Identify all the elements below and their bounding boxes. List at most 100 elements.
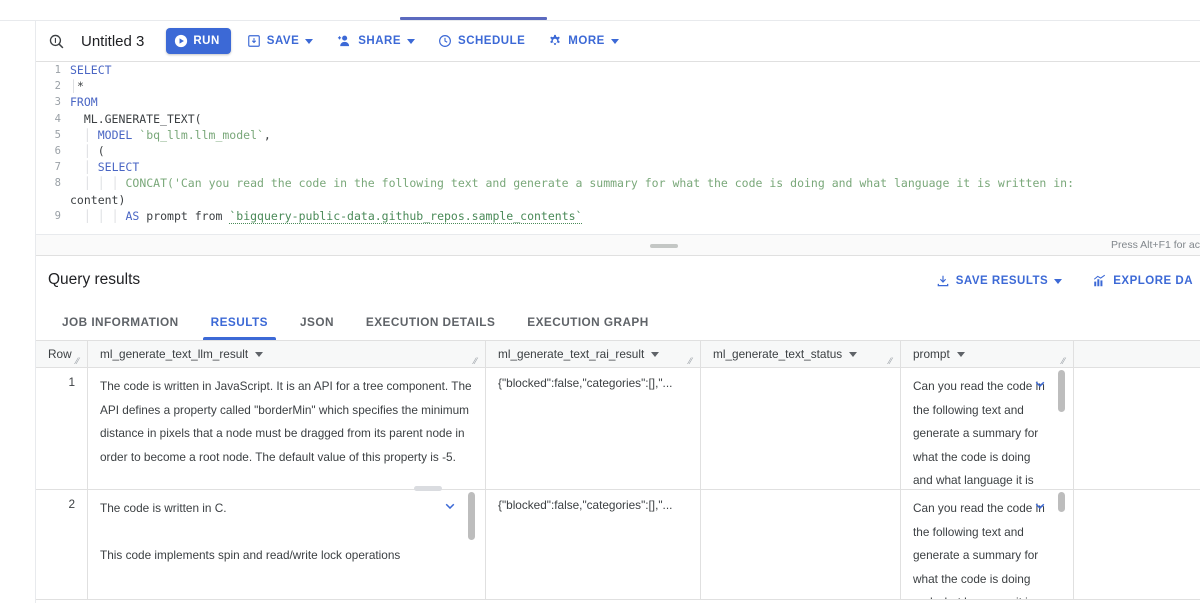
sql-model-ref: `bq_llm.llm_model` [139, 127, 264, 142]
sql-token: content) [70, 192, 126, 207]
query-toolbar: Untitled 3 RUN SAVE SHARE SCHEDULE MORE [36, 21, 1200, 62]
column-resize-handle[interactable]: ⁄⁄ [76, 357, 85, 366]
line-number: 2 [54, 80, 61, 93]
column-resize-handle[interactable]: ⁄⁄ [689, 357, 698, 366]
column-header-llm-result[interactable]: ml_generate_text_llm_result ⁄⁄ [88, 341, 486, 367]
expand-chevron-icon[interactable] [1033, 499, 1047, 513]
editor-footer: Press Alt+F1 for ac [36, 234, 1200, 256]
cell-status[interactable] [701, 368, 901, 489]
column-header-status[interactable]: ml_generate_text_status ⁄⁄ [701, 341, 901, 367]
cell-prompt[interactable]: Can you read the code in the following t… [901, 368, 1074, 489]
chevron-down-icon [255, 351, 264, 357]
run-button[interactable]: RUN [166, 28, 231, 54]
column-resize-handle[interactable]: ⁄⁄ [1062, 357, 1071, 366]
cell-text-line-1: The code is written in C. [100, 501, 227, 515]
tab-execution-graph[interactable]: EXECUTION GRAPH [511, 303, 664, 340]
table-row: 1 The code is written in JavaScript. It … [36, 368, 1200, 490]
code-line-2: 2 │* [36, 78, 1200, 94]
chevron-down-icon [956, 351, 965, 357]
line-number: 7 [54, 161, 61, 174]
sql-keyword: AS [125, 208, 140, 223]
schedule-button[interactable]: SCHEDULE [431, 28, 532, 54]
tab-results[interactable]: RESULTS [195, 303, 284, 340]
column-header-filler [1074, 341, 1200, 367]
chevron-down-icon [1054, 278, 1063, 284]
cell-horizontal-scrollbar[interactable] [414, 486, 442, 491]
explore-data-label: EXPLORE DA [1113, 275, 1193, 287]
cell-status[interactable] [701, 490, 901, 599]
expand-chevron-icon[interactable] [443, 499, 457, 513]
cell-text: {"blocked":false,"categories":[],"... [498, 498, 673, 512]
editor-tabstrip [0, 0, 1200, 21]
editor-resize-handle[interactable] [650, 244, 678, 248]
clock-icon [438, 34, 452, 48]
chevron-down-icon [651, 351, 660, 357]
more-button-label: MORE [568, 35, 605, 47]
expand-chevron-icon[interactable] [1033, 377, 1047, 391]
active-tab-indicator [400, 17, 547, 20]
sql-token: ML.GENERATE_TEXT( [83, 111, 202, 126]
code-line-1: 1 SELECT [36, 62, 1200, 78]
code-line-8: 8 │ │ │ CONCAT('Can you read the code in… [36, 175, 1200, 191]
bar-chart-icon [1092, 274, 1107, 288]
column-header-prompt[interactable]: prompt ⁄⁄ [901, 341, 1074, 367]
line-number: 6 [54, 145, 61, 158]
save-results-label: SAVE RESULTS [955, 275, 1049, 287]
cell-rai-result[interactable]: {"blocked":false,"categories":[],"... [486, 490, 701, 599]
results-actions: SAVE RESULTS EXPLORE DA [929, 269, 1200, 293]
save-button[interactable]: SAVE [240, 28, 320, 54]
cell-scrollbar-thumb[interactable] [1058, 492, 1065, 512]
share-button[interactable]: SHARE [329, 28, 422, 54]
share-person-icon [336, 34, 352, 48]
tab-label: EXECUTION GRAPH [527, 314, 649, 329]
line-number: 3 [54, 96, 61, 109]
more-button[interactable]: MORE [541, 28, 626, 54]
cell-llm-result[interactable]: The code is written in JavaScript. It is… [88, 368, 486, 489]
sql-keyword: SELECT [97, 160, 140, 175]
column-header-rai-result[interactable]: ml_generate_text_rai_result ⁄⁄ [486, 341, 701, 367]
gear-icon [548, 34, 562, 48]
explore-data-button[interactable]: EXPLORE DA [1085, 269, 1200, 293]
cell-text: {"blocked":false,"categories":[],"... [498, 376, 673, 390]
save-icon [247, 34, 261, 48]
code-line-8-wrap: . content) [36, 192, 1200, 208]
results-tabs: JOB INFORMATION RESULTS JSON EXECUTION D… [36, 303, 1200, 341]
column-label: ml_generate_text_rai_result [498, 347, 645, 361]
run-button-label: RUN [193, 35, 220, 47]
page-title: Query results [48, 270, 141, 288]
query-magnifier-icon [44, 29, 68, 53]
bigquery-console: Untitled 3 RUN SAVE SHARE SCHEDULE MORE … [0, 0, 1200, 603]
cell-prompt[interactable]: Can you read the code in the following t… [901, 490, 1074, 599]
share-button-label: SHARE [358, 35, 402, 47]
cell-llm-result[interactable]: The code is written in C. This code impl… [88, 490, 486, 599]
line-number: 1 [54, 64, 61, 76]
code-line-5: 5 │ MODEL `bq_llm.llm_model`, [36, 127, 1200, 143]
line-number: 9 [54, 209, 61, 222]
query-results-header: Query results SAVE RESULTS EXPLORE DA [36, 256, 1200, 303]
cell-filler [1074, 490, 1200, 599]
code-line-3: 3 FROM [36, 94, 1200, 110]
tab-execution-details[interactable]: EXECUTION DETAILS [350, 303, 511, 340]
tab-label: JOB INFORMATION [62, 314, 179, 329]
sql-editor[interactable]: 1 SELECT 2 │* 3 FROM 4 ML.GENERATE_TEXT(… [36, 62, 1200, 234]
save-results-button[interactable]: SAVE RESULTS [929, 269, 1069, 293]
sql-keyword: FROM [70, 95, 98, 110]
tab-label: JSON [299, 314, 334, 329]
play-icon [174, 34, 188, 48]
cell-filler [1074, 368, 1200, 489]
column-label: ml_generate_text_llm_result [100, 347, 249, 361]
sql-table-ref: `bigquery-public-data.github_repos.sampl… [229, 208, 583, 224]
tab-json[interactable]: JSON [284, 303, 350, 340]
table-row: 2 The code is written in C. This code im… [36, 490, 1200, 600]
cell-rai-result[interactable]: {"blocked":false,"categories":[],"... [486, 368, 701, 489]
sql-keyword: SELECT [70, 63, 112, 77]
cell-text: Can you read the code in the following t… [913, 379, 1045, 487]
code-line-6: 6 │ ( [36, 143, 1200, 159]
cell-scrollbar-thumb[interactable] [468, 492, 475, 540]
column-resize-handle[interactable]: ⁄⁄ [889, 357, 898, 366]
cell-scrollbar-thumb[interactable] [1058, 370, 1065, 412]
code-line-9: 9 │ │ │ AS prompt from `bigquery-public-… [36, 208, 1200, 224]
chevron-down-icon [849, 351, 858, 357]
tab-job-information[interactable]: JOB INFORMATION [46, 303, 195, 340]
column-resize-handle[interactable]: ⁄⁄ [474, 357, 483, 366]
